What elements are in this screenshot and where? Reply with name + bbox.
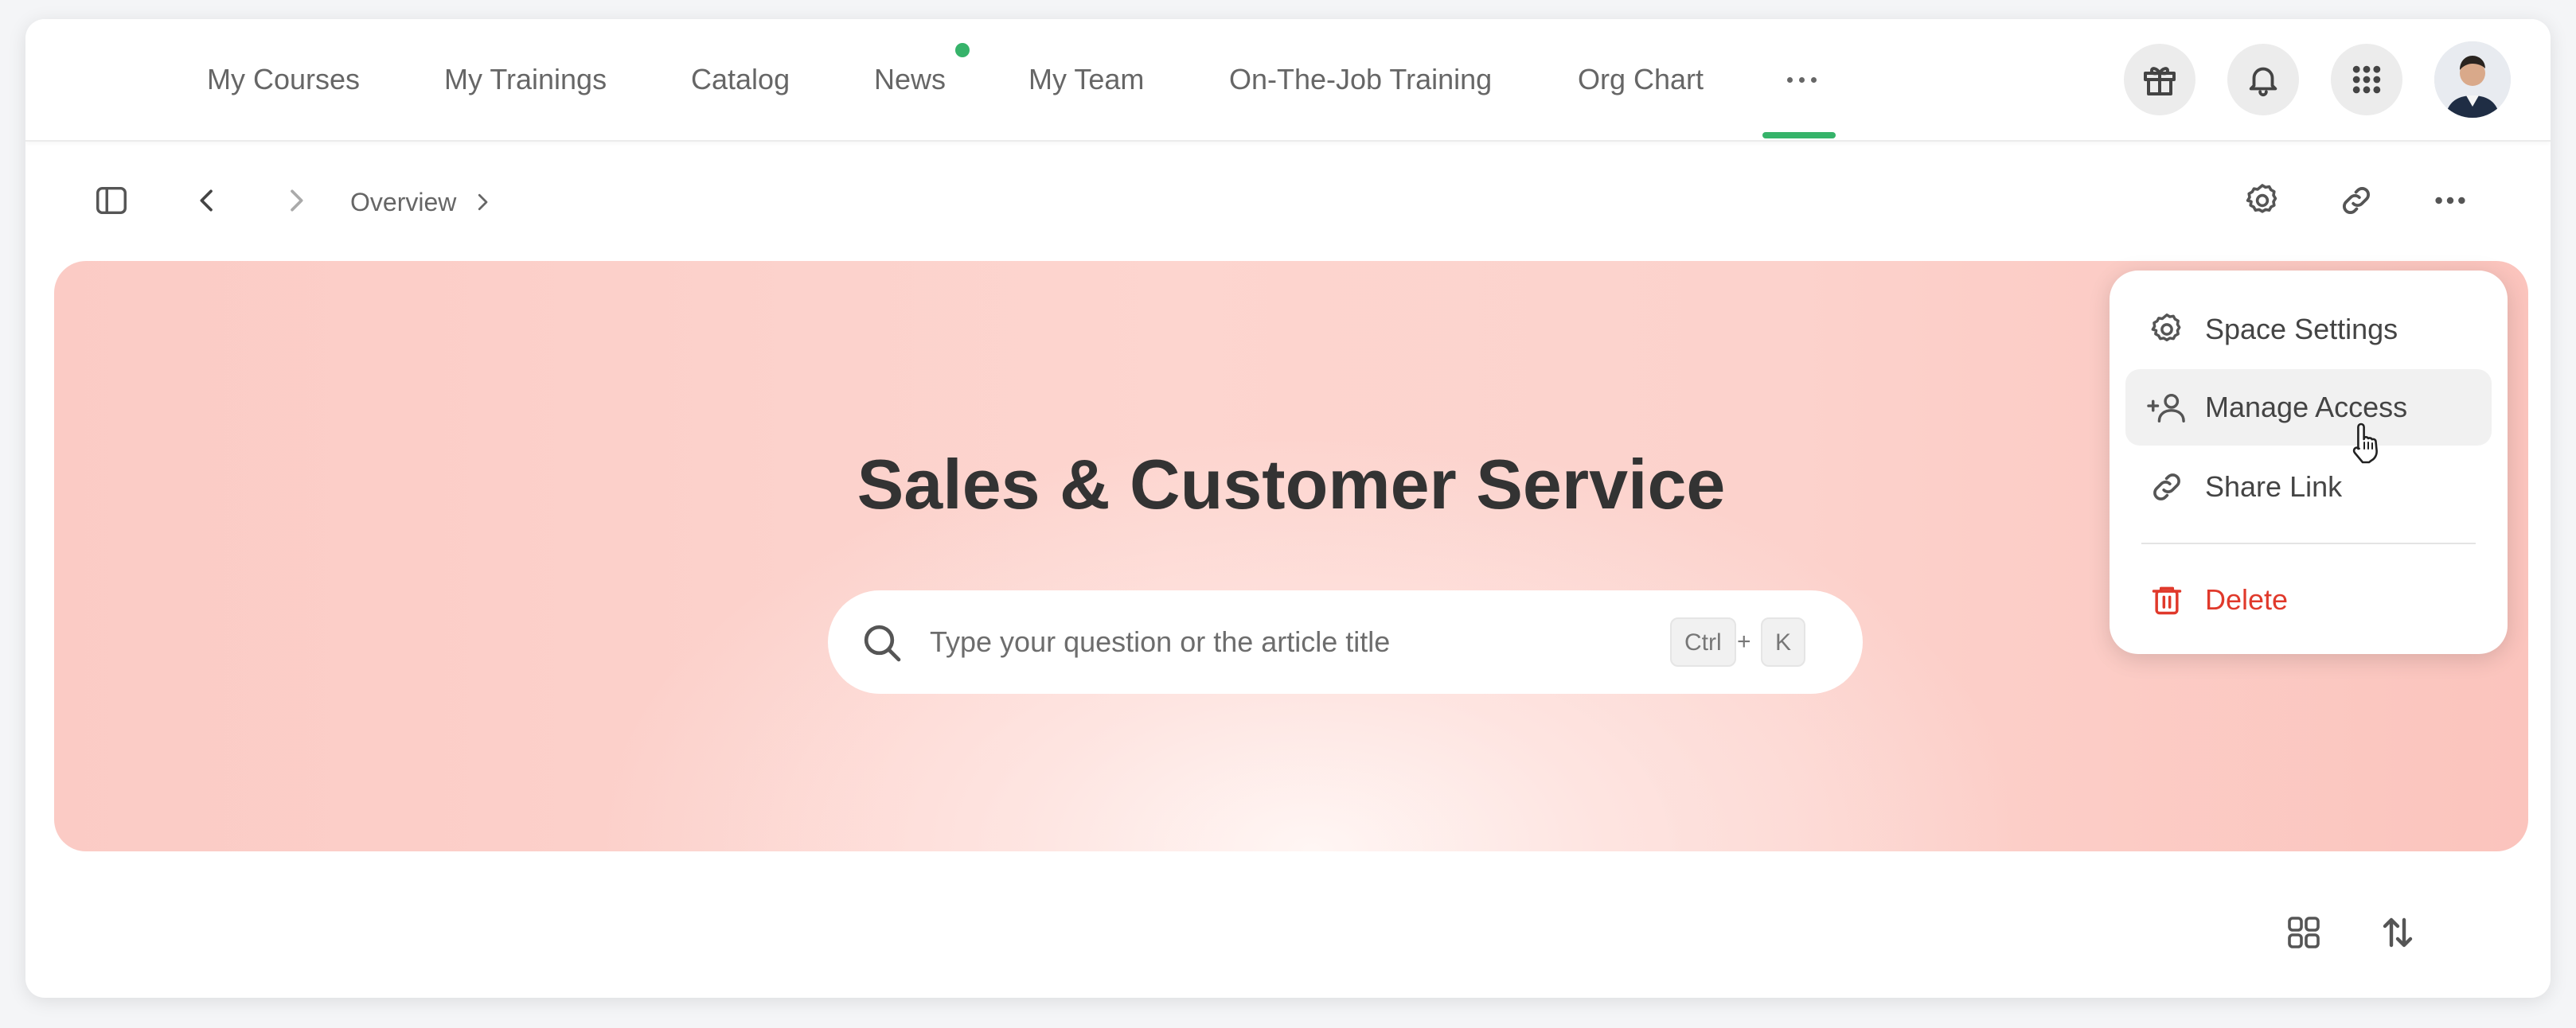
avatar-icon [2434,41,2511,118]
app-window: My Courses My Trainings Catalog News My … [25,19,2551,998]
ellipsis-dot [1798,76,1805,83]
sort-icon [2383,917,2413,948]
chevron-left-icon [200,189,213,212]
chevron-right-icon [291,189,303,212]
gift-icon [2144,67,2176,95]
copy-link-button[interactable] [2328,172,2385,229]
sidebar-toggle-button[interactable] [83,172,140,229]
nav-more-button[interactable] [1766,56,1837,103]
apps-grid-icon [2352,65,2381,94]
trash-icon [2152,586,2182,615]
menu-item-label: Share Link [2205,470,2343,503]
add-user-icon [2147,393,2185,422]
menu-item-label: Delete [2205,583,2289,616]
ellipsis-dot [1810,76,1817,83]
search-box[interactable]: Ctrl + K [828,590,1863,694]
hand-cursor-icon [2352,422,2378,464]
bell-icon [2249,67,2277,97]
search-input[interactable] [930,617,1630,667]
search-icon [864,625,901,662]
shortcut-plus: + [1737,629,1751,655]
menu-item-manage-access[interactable]: Manage Access [2125,369,2492,446]
menu-item-share-link[interactable]: Share Link [2125,449,2492,525]
menu-divider [2141,543,2476,544]
nav-on-the-job-training[interactable]: On-The-Job Training [1229,59,1492,100]
options-dropdown: Space Settings Manage Access Share Link [2110,271,2508,654]
breadcrumb: Overview [350,183,494,221]
nav-my-team[interactable]: My Team [1028,59,1144,100]
grid-view-icon [2288,917,2320,948]
space-settings-button[interactable] [2234,172,2291,229]
shortcut-key-k: K [1761,617,1806,667]
nav-news[interactable]: News [874,59,946,100]
nav-catalog[interactable]: Catalog [691,59,790,100]
menu-item-delete[interactable]: Delete [2125,562,2492,638]
menu-item-label: Space Settings [2205,313,2398,345]
sort-button[interactable] [2369,904,2426,961]
notifications-button[interactable] [2227,44,2299,115]
nav-org-chart[interactable]: Org Chart [1578,59,1704,100]
settings-icon [2151,313,2181,341]
nav-my-trainings[interactable]: My Trainings [444,59,607,100]
shortcut-key-ctrl: Ctrl [1670,617,1736,667]
back-button[interactable] [178,172,236,229]
more-options-button[interactable] [2422,172,2479,229]
forward-button[interactable] [267,172,325,229]
settings-icon [2246,184,2277,213]
sidebar-toggle-icon [96,186,127,215]
menu-item-space-settings[interactable]: Space Settings [2125,291,2492,368]
top-navigation: My Courses My Trainings Catalog News My … [25,19,2551,142]
user-avatar[interactable] [2434,41,2511,118]
nav-my-courses[interactable]: My Courses [207,59,360,100]
more-icon [2435,197,2465,204]
news-indicator-dot [955,43,970,57]
grid-view-button[interactable] [2275,904,2332,961]
chevron-right-icon [478,193,488,211]
link-icon [2153,473,2180,500]
gift-button[interactable] [2124,44,2195,115]
apps-button[interactable] [2331,44,2402,115]
link-icon [2343,187,2370,214]
menu-item-label: Manage Access [2205,391,2408,423]
ellipsis-icon [1786,76,1793,83]
breadcrumb-overview[interactable]: Overview [350,188,456,217]
active-tab-indicator [1762,132,1836,138]
